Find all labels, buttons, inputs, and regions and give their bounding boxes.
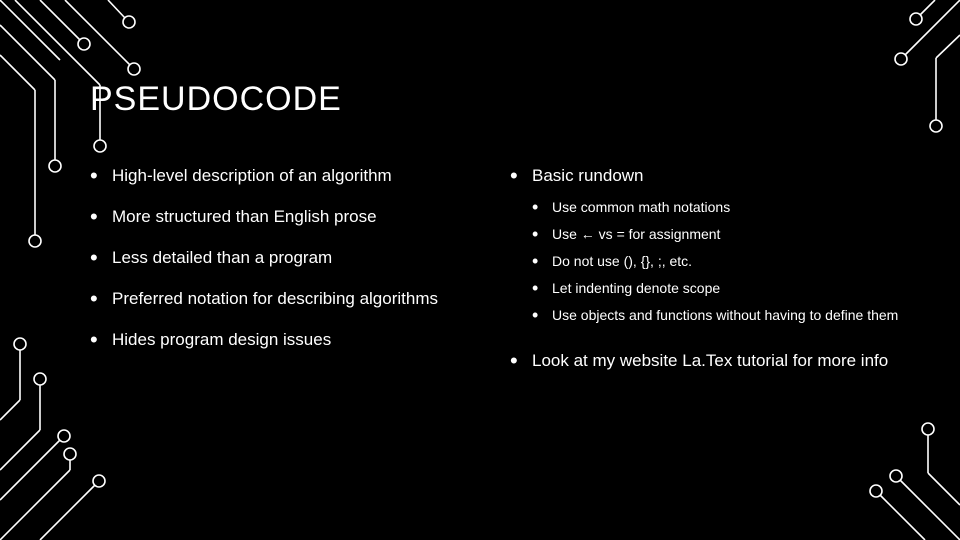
nested-item: Use common math notations	[532, 198, 900, 217]
nested-item: Use ← vs = for assignment	[532, 225, 900, 244]
nested-item: Let indenting denote scope	[532, 279, 900, 298]
list-item: High-level description of an algorithm	[90, 165, 490, 188]
slide-title: PSEUDOCODE	[90, 80, 900, 119]
nested-item: Do not use (), {}, ;, etc.	[532, 252, 900, 271]
nested-list: Use common math notations Use ← vs = for…	[532, 198, 900, 324]
left-list: High-level description of an algorithm M…	[90, 165, 490, 352]
right-list: Basic rundown Use common math notations …	[510, 165, 900, 373]
slide: PSEUDOCODE High-level description of an …	[0, 0, 960, 540]
list-item: Less detailed than a program	[90, 247, 490, 270]
list-item: More structured than English prose	[90, 206, 490, 229]
list-item: Look at my website La.Tex tutorial for m…	[510, 350, 900, 373]
list-item: Hides program design issues	[90, 329, 490, 352]
left-column: High-level description of an algorithm M…	[90, 165, 490, 387]
list-item: Basic rundown Use common math notations …	[510, 165, 900, 324]
nested-item: Use objects and functions without having…	[532, 306, 900, 325]
list-item: Preferred notation for describing algori…	[90, 288, 490, 311]
content-columns: High-level description of an algorithm M…	[90, 165, 900, 387]
right-column: Basic rundown Use common math notations …	[510, 165, 900, 387]
list-item-label: Basic rundown	[532, 166, 644, 185]
